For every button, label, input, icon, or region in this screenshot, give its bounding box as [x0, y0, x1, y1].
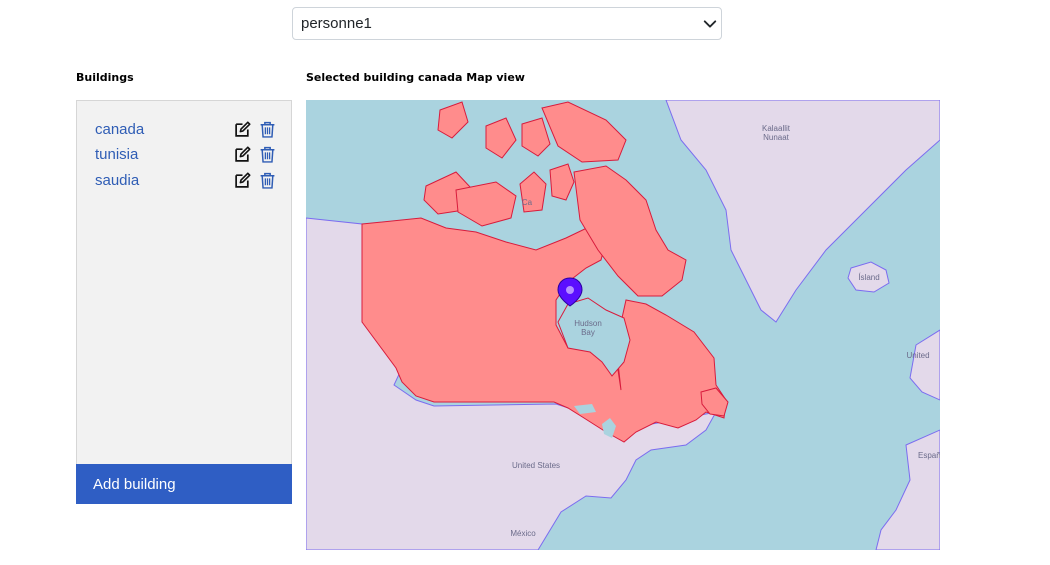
map-label-iceland: Ísland: [858, 273, 880, 282]
map-label-canada: Ca: [521, 198, 533, 207]
building-link-canada[interactable]: canada: [95, 121, 144, 138]
add-building-button[interactable]: Add building: [76, 464, 292, 504]
map-canvas: [306, 100, 940, 550]
map-label-mexico: México: [510, 529, 536, 538]
map-label-greenland: Kalaallit Nunaat: [761, 124, 790, 142]
building-link-tunisia[interactable]: tunisia: [95, 146, 138, 163]
list-item: tunisia: [95, 146, 285, 166]
edit-icon[interactable]: [234, 121, 251, 138]
map-label-spain: Españ: [918, 451, 940, 460]
list-item: saudia: [95, 172, 285, 192]
chevron-down-icon: [703, 20, 717, 28]
trash-icon[interactable]: [259, 146, 276, 163]
edit-icon[interactable]: [234, 146, 251, 163]
map-title: Selected building canada Map view: [306, 71, 525, 84]
map-label-hudson-bay: Hudson Bay: [574, 319, 602, 337]
user-select-value: personne1: [301, 15, 372, 32]
user-select[interactable]: personne1: [292, 7, 722, 40]
edit-icon[interactable]: [234, 172, 251, 189]
building-link-saudia[interactable]: saudia: [95, 172, 139, 189]
map-label-usa: United States: [511, 461, 561, 470]
list-item: canada: [95, 121, 285, 141]
trash-icon[interactable]: [259, 121, 276, 138]
trash-icon[interactable]: [259, 172, 276, 189]
map-view[interactable]: Kalaallit Nunaat Ísland Hudson Bay Unite…: [306, 100, 940, 550]
buildings-list: canada tunisia saudia Add building: [76, 100, 292, 504]
buildings-title: Buildings: [76, 71, 134, 84]
map-label-uk: United: [906, 351, 930, 360]
